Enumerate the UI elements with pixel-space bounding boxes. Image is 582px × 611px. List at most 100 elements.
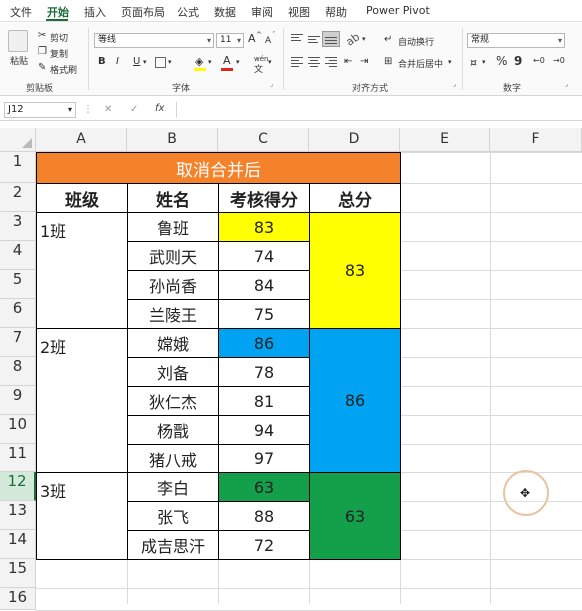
chevron-down-icon[interactable]: ▾	[362, 35, 366, 43]
currency-icon[interactable]: ¤	[470, 56, 477, 69]
score-cell[interactable]: 72	[219, 531, 309, 559]
student-name-cell[interactable]: 张飞	[128, 502, 218, 530]
align-bottom-icon[interactable]	[322, 31, 340, 47]
italic-button[interactable]: I	[116, 56, 119, 68]
format-painter-icon[interactable]: ✎	[38, 62, 46, 73]
total-cell[interactable]: 83	[310, 213, 400, 328]
align-top-icon[interactable]	[290, 33, 304, 45]
student-name-cell[interactable]: 杨戬	[128, 416, 218, 444]
tab-home[interactable]: 开始	[47, 4, 69, 20]
row-header-4[interactable]: 4	[0, 241, 36, 270]
score-cell[interactable]: 81	[219, 387, 309, 415]
tab-review[interactable]: 审阅	[251, 4, 273, 20]
row-header-13[interactable]: 13	[0, 501, 36, 530]
wrap-text-button[interactable]: 自动换行	[398, 35, 434, 48]
chevron-down-icon[interactable]: ▾	[168, 58, 172, 66]
increase-indent-icon[interactable]: ⇥	[360, 56, 368, 67]
font-name-dropdown[interactable]: 等线 ▾	[94, 33, 214, 48]
chevron-down-icon[interactable]: ▾	[208, 58, 212, 66]
student-name-cell[interactable]: 鲁班	[128, 213, 218, 241]
align-middle-icon[interactable]	[307, 33, 321, 45]
total-cell[interactable]: 63	[310, 473, 400, 559]
copy-icon[interactable]: ❐	[38, 46, 47, 57]
align-center-icon[interactable]	[307, 56, 321, 68]
formula-input[interactable]	[176, 102, 582, 118]
font-color-button[interactable]: A	[223, 55, 231, 67]
class-cell[interactable]: 2班	[37, 329, 127, 472]
shrink-font-button[interactable]: A	[265, 35, 271, 47]
score-cell[interactable]: 78	[219, 358, 309, 386]
score-cell[interactable]: 63	[219, 473, 309, 501]
tab-insert[interactable]: 插入	[84, 4, 106, 20]
name-box[interactable]: J12 ▾	[4, 102, 76, 118]
class-cell[interactable]: 1班	[37, 213, 127, 328]
row-header-14[interactable]: 14	[0, 530, 36, 559]
column-header-a[interactable]: A	[36, 128, 127, 152]
header-cell[interactable]: 总分	[310, 184, 400, 212]
grow-font-button[interactable]: A	[248, 33, 256, 45]
row-header-10[interactable]: 10	[0, 415, 36, 444]
row-header-5[interactable]: 5	[0, 270, 36, 299]
student-name-cell[interactable]: 嫦娥	[128, 329, 218, 357]
chevron-down-icon[interactable]: ▾	[448, 58, 452, 66]
dialog-launcher-icon[interactable]: ⌟	[270, 80, 273, 88]
bold-button[interactable]: B	[98, 56, 106, 68]
fill-color-icon[interactable]: ◈	[195, 55, 203, 68]
header-cell[interactable]: 姓名	[128, 184, 218, 212]
underline-button[interactable]: U	[133, 56, 140, 68]
wrap-text-icon[interactable]: ↵	[384, 34, 392, 45]
align-left-icon[interactable]	[290, 56, 304, 68]
tab-page-layout[interactable]: 页面布局	[121, 4, 165, 20]
class-cell[interactable]: 3班	[37, 473, 127, 559]
score-cell[interactable]: 74	[219, 242, 309, 270]
cut-icon[interactable]: ✂	[38, 30, 46, 41]
student-name-cell[interactable]: 孙尚香	[128, 271, 218, 299]
format-painter-button[interactable]: 格式刷	[50, 63, 77, 76]
border-icon[interactable]	[155, 57, 166, 68]
column-header-d[interactable]: D	[309, 128, 400, 152]
row-header-1[interactable]: 1	[0, 152, 36, 183]
row-header-16[interactable]: 16	[0, 588, 36, 610]
score-cell[interactable]: 97	[219, 445, 309, 472]
column-header-b[interactable]: B	[127, 128, 218, 152]
row-header-12[interactable]: 12	[0, 472, 36, 501]
decrease-decimal-icon[interactable]: →0	[553, 56, 565, 65]
chevron-down-icon[interactable]: ▾	[236, 58, 240, 66]
tab-view[interactable]: 视图	[288, 4, 310, 20]
row-header-9[interactable]: 9	[0, 386, 36, 415]
number-format-dropdown[interactable]: 常规 ▾	[467, 33, 565, 48]
student-name-cell[interactable]: 成吉思汗	[128, 531, 218, 559]
row-header-15[interactable]: 15	[0, 559, 36, 588]
insert-function-icon[interactable]: fx	[155, 103, 164, 114]
total-cell[interactable]: 86	[310, 329, 400, 472]
copy-button[interactable]: 复制	[50, 47, 68, 60]
score-cell[interactable]: 86	[219, 329, 309, 357]
score-cell[interactable]: 94	[219, 416, 309, 444]
chevron-down-icon[interactable]: ▾	[268, 58, 272, 66]
title-cell[interactable]: 取消合并后	[37, 153, 400, 183]
score-cell[interactable]: 83	[219, 213, 309, 241]
dialog-launcher-icon[interactable]: ⌟	[565, 80, 568, 88]
score-cell[interactable]: 88	[219, 502, 309, 530]
enter-icon[interactable]: ✓	[130, 104, 138, 115]
student-name-cell[interactable]: 李白	[128, 473, 218, 501]
header-cell[interactable]: 班级	[37, 184, 127, 212]
column-header-c[interactable]: C	[218, 128, 309, 152]
font-size-dropdown[interactable]: 11 ▾	[216, 33, 244, 48]
column-header-e[interactable]: E	[400, 128, 490, 152]
chevron-down-icon[interactable]: ▾	[143, 58, 147, 66]
column-header-f[interactable]: F	[490, 128, 582, 152]
student-name-cell[interactable]: 刘备	[128, 358, 218, 386]
row-header-3[interactable]: 3	[0, 212, 36, 241]
decrease-indent-icon[interactable]: ⇤	[344, 56, 352, 67]
row-header-2[interactable]: 2	[0, 183, 36, 212]
student-name-cell[interactable]: 狄仁杰	[128, 387, 218, 415]
merge-center-icon[interactable]: ⊞	[384, 56, 392, 67]
header-cell[interactable]: 考核得分	[219, 184, 309, 212]
chevron-down-icon[interactable]: ▾	[482, 58, 486, 66]
increase-decimal-icon[interactable]: ←0	[533, 56, 545, 65]
paste-icon[interactable]	[8, 30, 28, 52]
cancel-icon[interactable]: ✕	[104, 104, 112, 115]
dialog-launcher-icon[interactable]: ⌟	[453, 80, 456, 88]
tab-help[interactable]: 帮助	[325, 4, 347, 20]
